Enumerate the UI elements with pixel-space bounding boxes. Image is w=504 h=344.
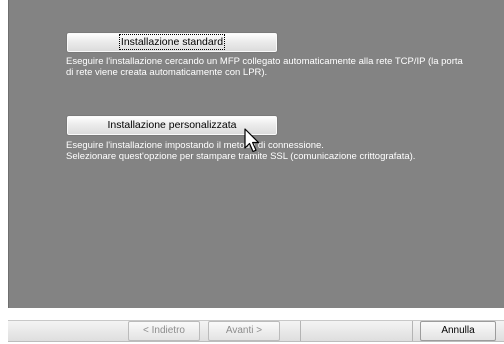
- footer-divider: [412, 321, 413, 341]
- wizard-footer: < Indietro Avanti > Annulla: [0, 308, 504, 344]
- custom-installation-description: Eseguire l'installazione impostando il m…: [66, 140, 504, 162]
- standard-installation-description: Eseguire l'installazione cercando un MFP…: [66, 56, 504, 78]
- standard-description-line: di rete viene creata automaticamente con…: [66, 67, 268, 78]
- next-button[interactable]: Avanti >: [208, 321, 280, 341]
- installation-type-panel: Installazione standard Eseguire l'instal…: [8, 0, 504, 308]
- back-button[interactable]: < Indietro: [128, 321, 200, 341]
- arrow-cursor-icon: [244, 128, 260, 153]
- standard-description-line: Eseguire l'installazione cercando un MFP…: [66, 56, 463, 67]
- custom-description-line: Selezionare quest'opzione per stampare t…: [66, 151, 416, 162]
- standard-installation-button[interactable]: Installazione standard: [66, 32, 278, 53]
- custom-installation-button-label: Installazione personalizzata: [107, 119, 237, 131]
- cancel-button[interactable]: Annulla: [420, 321, 496, 341]
- standard-installation-button-label: Installazione standard: [118, 34, 226, 50]
- custom-description-line: Eseguire l'installazione impostando il m…: [66, 140, 324, 151]
- footer-divider: [300, 321, 301, 341]
